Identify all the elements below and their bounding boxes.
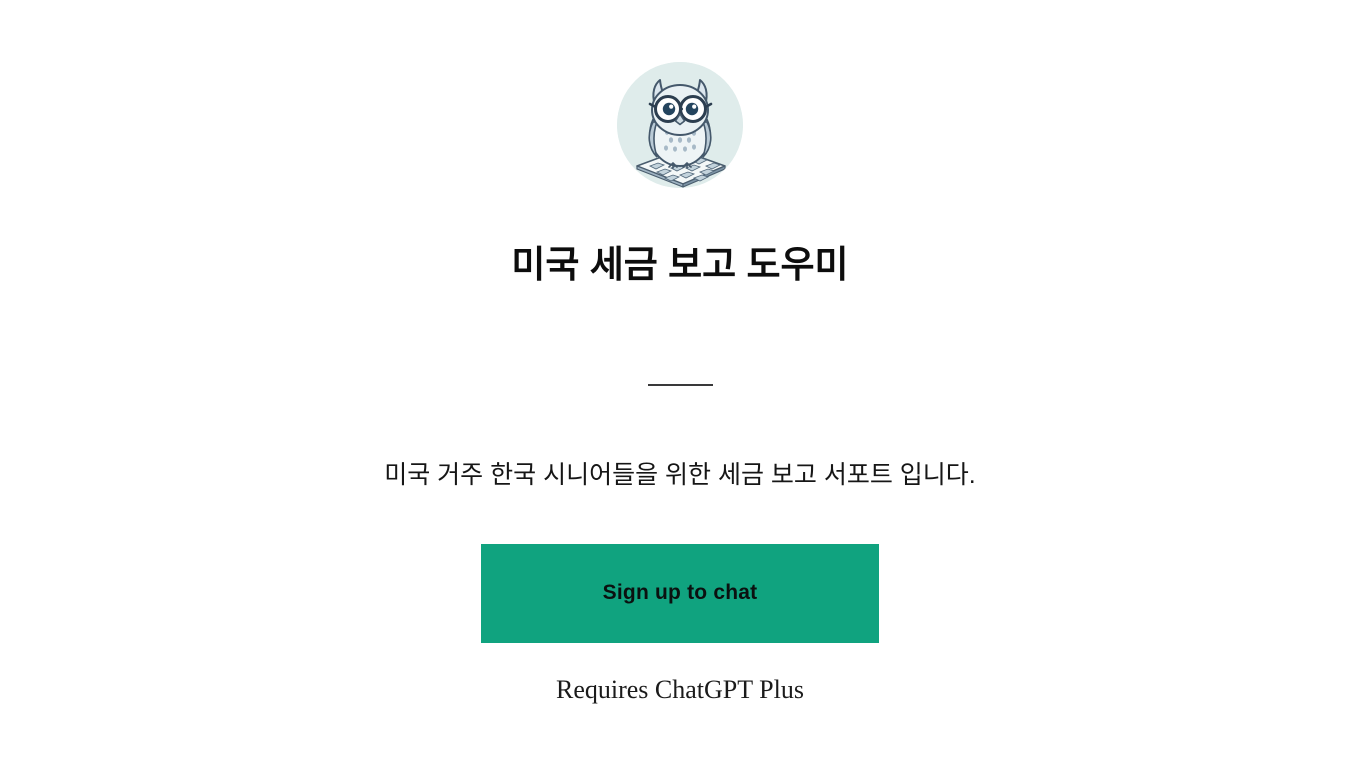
owl-with-glasses-on-calculator-icon	[617, 62, 743, 188]
gpt-landing-page: 미국 세금 보고 도우미 미국 거주 한국 시니어들을 위한 세금 보고 서포트…	[0, 0, 1360, 764]
sign-up-to-chat-button[interactable]: Sign up to chat	[481, 543, 879, 643]
divider	[647, 384, 713, 387]
page-title: 미국 세금 보고 도우미	[511, 244, 849, 285]
app-logo	[617, 62, 743, 188]
page-description: 미국 거주 한국 시니어들을 위한 세금 보고 서포트 입니다.	[384, 461, 976, 490]
requires-plus-note: Requires ChatGPT Plus	[556, 674, 804, 704]
